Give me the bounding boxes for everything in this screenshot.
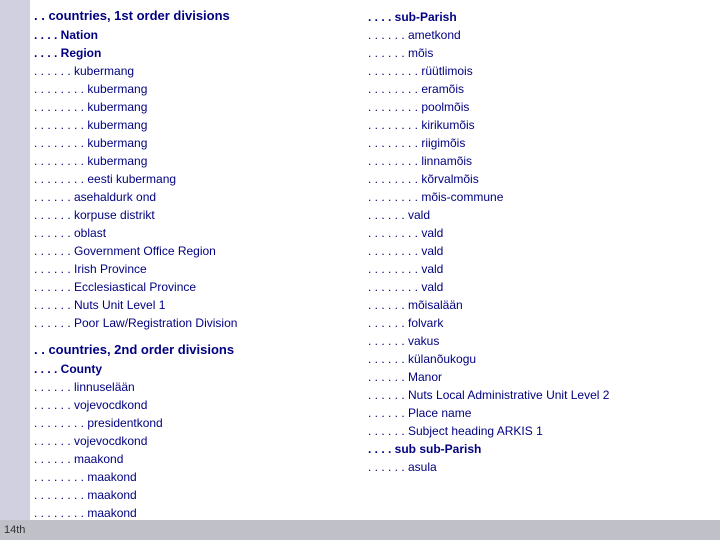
list-item[interactable]: . . . . . . . . maakond <box>34 486 356 504</box>
list-item[interactable]: . . . . . . . . riigimõis <box>368 134 716 152</box>
main-content: . . countries, 1st order divisions . . .… <box>0 0 720 540</box>
list-item[interactable]: . . . . . . . . vald <box>368 260 716 278</box>
list-item[interactable]: . . . . . . Manor <box>368 368 716 386</box>
list-item[interactable]: . . . . . . kubermang <box>34 62 356 80</box>
list-item[interactable]: . . . . . . . . mõis-commune <box>368 188 716 206</box>
list-item[interactable]: . . . . . . Nuts Unit Level 1 <box>34 296 356 314</box>
list-item[interactable]: . . . . Nation <box>34 26 356 44</box>
list-item[interactable]: . . . . . . . . maakond <box>34 468 356 486</box>
list-item[interactable]: . . . . . . . . rüütlimois <box>368 62 716 80</box>
list-item[interactable]: . . . . County <box>34 360 356 378</box>
list-item[interactable]: . . . . . . oblast <box>34 224 356 242</box>
content-area: . . countries, 1st order divisions . . .… <box>30 0 720 540</box>
list-item[interactable]: . . . . . . vojevocdkond <box>34 432 356 450</box>
list-item[interactable]: . . . . . . . . kubermang <box>34 152 356 170</box>
list-item[interactable]: . . . . . . . . kubermang <box>34 80 356 98</box>
list-item[interactable]: . . . . . . . . vald <box>368 224 716 242</box>
list-item[interactable]: . . . . . . külanõukogu <box>368 350 716 368</box>
left-sidebar <box>0 0 30 540</box>
list-item[interactable]: . . . . . . vojevocdkond <box>34 396 356 414</box>
list-item[interactable]: . . . . . . . . linnamõis <box>368 152 716 170</box>
left-column: . . countries, 1st order divisions . . .… <box>34 8 364 532</box>
list-item[interactable]: . . . . . . Nuts Local Administrative Un… <box>368 386 716 404</box>
list-item[interactable]: . . . . . . asehaldurk ond <box>34 188 356 206</box>
right-items: . . . . sub-Parish. . . . . . ametkond. … <box>368 8 716 476</box>
list-item[interactable]: . . . . . . . . eesti kubermang <box>34 170 356 188</box>
list-item[interactable]: . . . . . . maakond <box>34 450 356 468</box>
right-column: . . . . sub-Parish. . . . . . ametkond. … <box>364 8 716 532</box>
list-item[interactable]: . . . . . . . . kubermang <box>34 134 356 152</box>
list-item[interactable]: . . . . . . folvark <box>368 314 716 332</box>
list-item[interactable]: . . . . . . . . kirikumõis <box>368 116 716 134</box>
list-item[interactable]: . . . . . . asula <box>368 458 716 476</box>
list-item[interactable]: . . . . . . Poor Law/Registration Divisi… <box>34 314 356 332</box>
list-item[interactable]: . . . . . . . . vald <box>368 278 716 296</box>
list-item[interactable]: . . . . . . mõisalään <box>368 296 716 314</box>
list-item[interactable]: . . . . sub sub-Parish <box>368 440 716 458</box>
list-item[interactable]: . . . . . . ametkond <box>368 26 716 44</box>
list-item[interactable]: . . . . . . vald <box>368 206 716 224</box>
list-item[interactable]: . . . . . . mõis <box>368 44 716 62</box>
list-item[interactable]: . . . . . . . . presidentkond <box>34 414 356 432</box>
list-item[interactable]: . . . . . . Subject heading ARKIS 1 <box>368 422 716 440</box>
section2-header: . . countries, 2nd order divisions <box>34 342 356 357</box>
list-item[interactable]: . . . . . . korpuse distrikt <box>34 206 356 224</box>
list-item[interactable]: . . . . . . Ecclesiastical Province <box>34 278 356 296</box>
list-item[interactable]: . . . . . . vakus <box>368 332 716 350</box>
section1-items: . . . . Nation. . . . Region. . . . . . … <box>34 26 356 332</box>
list-item[interactable]: . . . . . . Place name <box>368 404 716 422</box>
list-item[interactable]: . . . . . . . . kubermang <box>34 98 356 116</box>
section2-items: . . . . County. . . . . . linnuselään. .… <box>34 360 356 540</box>
list-item[interactable]: . . . . . . Irish Province <box>34 260 356 278</box>
section1-header: . . countries, 1st order divisions <box>34 8 356 23</box>
bottom-bar: 14th <box>0 520 720 540</box>
list-item[interactable]: . . . . . . linnuselään <box>34 378 356 396</box>
list-item[interactable]: . . . . . . Government Office Region <box>34 242 356 260</box>
list-item[interactable]: . . . . . . . . kubermang <box>34 116 356 134</box>
list-item[interactable]: . . . . . . . . kõrvalmõis <box>368 170 716 188</box>
list-item[interactable]: . . . . . . . . poolmõis <box>368 98 716 116</box>
bottom-bar-text: 14th <box>4 524 25 536</box>
list-item[interactable]: . . . . . . . . vald <box>368 242 716 260</box>
list-item[interactable]: . . . . sub-Parish <box>368 8 716 26</box>
list-item[interactable]: . . . . Region <box>34 44 356 62</box>
list-item[interactable]: . . . . . . . . eramõis <box>368 80 716 98</box>
